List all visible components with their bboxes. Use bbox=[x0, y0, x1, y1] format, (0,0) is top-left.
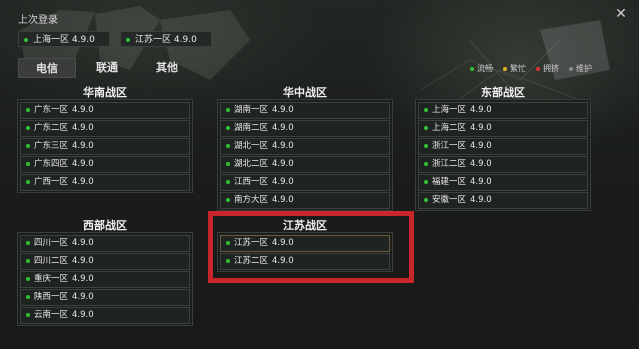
status-dot-icon bbox=[424, 180, 428, 184]
legend-maintenance: 维护 bbox=[569, 64, 592, 73]
server-row[interactable]: 广东二区 4.9.0 bbox=[20, 120, 190, 137]
region-panel-central: 湖南一区 4.9.0 湖南二区 4.9.0 湖北一区 4.9.0 湖北二区 4.9.0 … bbox=[217, 99, 393, 211]
region-panel-west: 四川一区 4.9.0 四川二区 4.9.0 重庆一区 4.9.0 陕西一区 4.9.0 … bbox=[17, 232, 193, 326]
status-dot-icon bbox=[26, 259, 30, 263]
tab-other[interactable]: 其他 bbox=[138, 58, 196, 78]
server-name: 江苏一区 bbox=[135, 35, 172, 45]
server-row[interactable]: 江西一区 4.9.0 bbox=[220, 174, 390, 191]
status-dot-icon bbox=[226, 126, 230, 130]
status-dot-icon bbox=[26, 313, 30, 317]
region-title-central: 华中战区 bbox=[283, 86, 327, 99]
last-login-title: 上次登录 bbox=[18, 15, 58, 26]
server-row[interactable]: 湖南二区 4.9.0 bbox=[220, 120, 390, 137]
server-row[interactable]: 江苏一区 4.9.0 bbox=[220, 235, 390, 252]
server-row[interactable]: 广东一区 4.9.0 bbox=[20, 102, 190, 119]
server-row[interactable]: 广东四区 4.9.0 bbox=[20, 156, 190, 173]
server-row[interactable]: 江苏二区 4.9.0 bbox=[220, 253, 390, 270]
status-dot-icon bbox=[226, 241, 230, 245]
status-dot-icon bbox=[24, 38, 28, 42]
status-dot-icon bbox=[26, 295, 30, 299]
region-title-west: 西部战区 bbox=[83, 219, 127, 232]
status-dot-icon bbox=[26, 241, 30, 245]
crowded-dot-icon bbox=[536, 66, 540, 71]
status-dot-icon bbox=[26, 126, 30, 130]
server-row[interactable]: 湖南一区 4.9.0 bbox=[220, 102, 390, 119]
server-row[interactable]: 浙江一区 4.9.0 bbox=[418, 138, 588, 155]
status-dot-icon bbox=[226, 198, 230, 202]
status-dot-icon bbox=[226, 144, 230, 148]
maintenance-dot-icon bbox=[569, 66, 573, 71]
server-row[interactable]: 安徽一区 4.9.0 bbox=[418, 192, 588, 209]
status-dot-icon bbox=[226, 162, 230, 166]
smooth-dot-icon bbox=[470, 66, 474, 71]
region-panel-jiangsu: 江苏一区 4.9.0 江苏二区 4.9.0 bbox=[217, 232, 393, 272]
server-row[interactable]: 浙江二区 4.9.0 bbox=[418, 156, 588, 173]
server-version: 4.9.0 bbox=[71, 35, 95, 45]
legend-smooth: 流畅 bbox=[470, 64, 493, 73]
status-dot-icon bbox=[26, 180, 30, 184]
close-icon[interactable]: ✕ bbox=[613, 6, 629, 22]
busy-dot-icon bbox=[503, 66, 507, 71]
legend-busy: 繁忙 bbox=[503, 64, 526, 73]
server-row[interactable]: 广东三区 4.9.0 bbox=[20, 138, 190, 155]
status-dot-icon bbox=[26, 108, 30, 112]
status-dot-icon bbox=[424, 162, 428, 166]
region-title-south: 华南战区 bbox=[83, 86, 127, 99]
server-row[interactable]: 四川二区 4.9.0 bbox=[20, 253, 190, 270]
server-row[interactable]: 上海二区 4.9.0 bbox=[418, 120, 588, 137]
server-row[interactable]: 湖北一区 4.9.0 bbox=[220, 138, 390, 155]
server-row[interactable]: 四川一区 4.9.0 bbox=[20, 235, 190, 252]
server-row[interactable]: 上海一区 4.9.0 bbox=[418, 102, 588, 119]
status-dot-icon bbox=[226, 259, 230, 263]
region-panel-south: 广东一区 4.9.0 广东二区 4.9.0 广东三区 4.9.0 广东四区 4.9.0 … bbox=[17, 99, 193, 193]
server-version: 4.9.0 bbox=[173, 35, 197, 45]
server-row[interactable]: 陕西一区 4.9.0 bbox=[20, 289, 190, 306]
region-panel-east: 上海一区 4.9.0 上海二区 4.9.0 浙江一区 4.9.0 浙江二区 4.9.0 … bbox=[415, 99, 591, 211]
tab-unicom[interactable]: 联通 bbox=[78, 58, 136, 78]
region-title-east: 东部战区 bbox=[481, 86, 525, 99]
status-dot-icon bbox=[424, 144, 428, 148]
server-row[interactable]: 云南一区 4.9.0 bbox=[20, 307, 190, 324]
recent-server-shanghai-1[interactable]: 上海一区 4.9.0 bbox=[18, 31, 110, 47]
status-dot-icon bbox=[424, 108, 428, 112]
status-dot-icon bbox=[26, 144, 30, 148]
status-dot-icon bbox=[26, 277, 30, 281]
status-dot-icon bbox=[26, 162, 30, 166]
server-row[interactable]: 广西一区 4.9.0 bbox=[20, 174, 190, 191]
server-row[interactable]: 重庆一区 4.9.0 bbox=[20, 271, 190, 288]
server-row[interactable]: 湖北二区 4.9.0 bbox=[220, 156, 390, 173]
status-dot-icon bbox=[424, 198, 428, 202]
status-dot-icon bbox=[226, 180, 230, 184]
status-dot-icon bbox=[424, 126, 428, 130]
server-row[interactable]: 南方大区 4.9.0 bbox=[220, 192, 390, 209]
server-name: 上海一区 bbox=[33, 35, 70, 45]
region-title-jiangsu: 江苏战区 bbox=[283, 219, 327, 232]
status-dot-icon bbox=[226, 108, 230, 112]
tab-telecom[interactable]: 电信 bbox=[18, 58, 76, 78]
server-row[interactable]: 福建一区 4.9.0 bbox=[418, 174, 588, 191]
recent-server-jiangsu-1[interactable]: 江苏一区 4.9.0 bbox=[120, 31, 212, 47]
legend-crowded: 拥挤 bbox=[536, 64, 559, 73]
status-dot-icon bbox=[126, 38, 130, 42]
